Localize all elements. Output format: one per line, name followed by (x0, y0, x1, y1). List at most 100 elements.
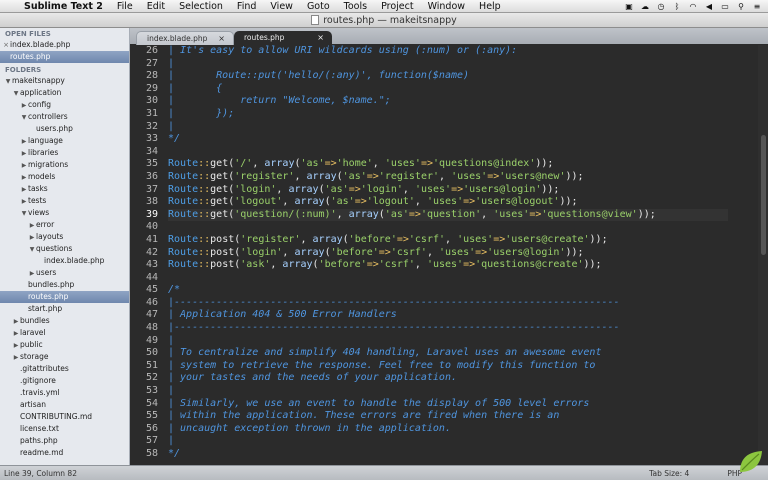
menu-app-name[interactable]: Sublime Text 2 (22, 1, 110, 12)
tree-item-label: public (20, 340, 43, 349)
tree-folder[interactable]: ▶ language (0, 135, 129, 147)
code-line[interactable]: 27 | (146, 58, 728, 71)
tab-size-selector[interactable]: Tab Size: 4 (649, 469, 689, 478)
scroll-thumb[interactable] (761, 135, 766, 255)
menu-help[interactable]: Help (472, 1, 508, 12)
tree-file[interactable]: users.php (0, 123, 129, 135)
tree-folder[interactable]: ▶ models (0, 171, 129, 183)
tree-folder[interactable]: ▼ views (0, 207, 129, 219)
code-line[interactable]: 49 | (146, 335, 728, 348)
code-line[interactable]: 50 | To centralize and simplify 404 handl… (146, 347, 728, 360)
code-line[interactable]: 39 Route::get('question/(:num)', array('a… (146, 208, 728, 222)
wifi-icon[interactable]: ◠ (688, 2, 698, 11)
tree-file[interactable]: index.blade.php (0, 255, 129, 267)
code-line[interactable]: 37 Route::get('login', array('as'=>'login… (146, 183, 728, 197)
tab-routes[interactable]: routes.php × (234, 31, 332, 45)
code-line[interactable]: 52 | your tastes and the needs of your ap… (146, 372, 728, 385)
menu-window[interactable]: Window (421, 1, 472, 12)
code-line[interactable]: 53 | (146, 385, 728, 398)
code-line[interactable]: 45 /* (146, 284, 728, 297)
code-line[interactable]: 32 | (146, 121, 728, 134)
tree-folder[interactable]: ▶ layouts (0, 231, 129, 243)
code-line[interactable]: 51 | system to retrieve the response. Fee… (146, 360, 728, 373)
tree-folder[interactable]: ▶ tests (0, 195, 129, 207)
tree-item-label: models (28, 172, 56, 181)
close-icon[interactable]: × (218, 32, 225, 46)
tree-file[interactable]: .travis.yml (0, 387, 129, 399)
tree-file[interactable]: start.php (0, 303, 129, 315)
code-line[interactable]: 58 */ (146, 448, 728, 461)
search-icon[interactable]: ⚲ (736, 2, 746, 11)
scrollbar[interactable] (758, 45, 768, 465)
tree-file[interactable]: CONTRIBUTING.md (0, 411, 129, 423)
close-icon[interactable]: × (2, 39, 10, 51)
bluetooth-icon[interactable]: ᛒ (672, 2, 682, 11)
menu-view[interactable]: View (263, 1, 300, 12)
camera-icon[interactable]: ▣ (624, 2, 634, 11)
tree-folder[interactable]: ▼ questions (0, 243, 129, 255)
tree-file[interactable]: paths.php (0, 435, 129, 447)
menu-file[interactable]: File (110, 1, 140, 12)
code-editor[interactable]: 26 | It's easy to allow URI wildcards usi… (130, 45, 768, 465)
tree-folder[interactable]: ▶ bundles (0, 315, 129, 327)
tree-folder[interactable]: ▼ application (0, 87, 129, 99)
code-line[interactable]: 33 */ (146, 133, 728, 146)
code-line[interactable]: 44 (146, 272, 728, 285)
code-line[interactable]: 47 | Application 404 & 500 Error Handlers (146, 309, 728, 322)
tree-file[interactable]: .gitattributes (0, 363, 129, 375)
tree-folder[interactable]: ▼ makeitsnappy (0, 75, 129, 87)
tree-folder[interactable]: ▶ libraries (0, 147, 129, 159)
code-area[interactable]: 26 | It's easy to allow URI wildcards usi… (146, 45, 728, 461)
tree-folder[interactable]: ▶ error (0, 219, 129, 231)
code-token: )); (541, 183, 560, 195)
tree-folder[interactable]: ▶ tasks (0, 183, 129, 195)
tree-folder[interactable]: ▶ migrations (0, 159, 129, 171)
menu-edit[interactable]: Edit (140, 1, 172, 12)
tree-folder[interactable]: ▶ users (0, 267, 129, 279)
menu-project[interactable]: Project (374, 1, 421, 12)
code-line[interactable]: 30 | return "Welcome, $name."; (146, 95, 728, 108)
close-icon[interactable]: × (317, 31, 324, 45)
code-line[interactable]: 29 | { (146, 83, 728, 96)
open-file-item[interactable]: ×index.blade.php (0, 39, 129, 51)
tree-folder[interactable]: ▶ config (0, 99, 129, 111)
code-line[interactable]: 34 (146, 146, 728, 159)
code-line[interactable]: 43 Route::post('ask', array('before'=>'cs… (146, 259, 728, 272)
code-line[interactable]: 41 Route::post('register', array('before'… (146, 234, 728, 247)
tree-file[interactable]: artisan (0, 399, 129, 411)
code-line[interactable]: 38 Route::get('logout', array('as'=>'logo… (146, 196, 728, 209)
cloud-icon[interactable]: ☁ (640, 2, 650, 11)
menu-find[interactable]: Find (230, 1, 263, 12)
code-line[interactable]: 57 | (146, 435, 728, 448)
open-file-item-active[interactable]: routes.php (0, 51, 129, 63)
code-line[interactable]: 56 | uncaught exception thrown in the app… (146, 423, 728, 436)
menu-selection[interactable]: Selection (172, 1, 230, 12)
time-machine-icon[interactable]: ◷ (656, 2, 666, 11)
battery-icon[interactable]: ▭ (720, 2, 730, 11)
tree-folder[interactable]: ▶ public (0, 339, 129, 351)
volume-icon[interactable]: ◀ (704, 2, 714, 11)
code-line[interactable]: 42 Route::post('login', array('before'=>'… (146, 247, 728, 260)
code-line[interactable]: 54 | Similarly, we use an event to handle… (146, 398, 728, 411)
tree-folder[interactable]: ▶ storage (0, 351, 129, 363)
tab-index-blade[interactable]: index.blade.php × (136, 31, 234, 45)
code-line[interactable]: 35 Route::get('/', array('as'=>'home', 'u… (146, 158, 728, 171)
tree-folder[interactable]: ▶ laravel (0, 327, 129, 339)
code-line[interactable]: 40 (146, 221, 728, 234)
code-line[interactable]: 55 | within the application. These errors… (146, 410, 728, 423)
menu-goto[interactable]: Goto (300, 1, 337, 12)
tree-file[interactable]: readme.md (0, 447, 129, 459)
tree-file[interactable]: routes.php (0, 291, 129, 303)
tree-file[interactable]: .gitignore (0, 375, 129, 387)
tree-file[interactable]: license.txt (0, 423, 129, 435)
code-line[interactable]: 26 | It's easy to allow URI wildcards usi… (146, 45, 728, 58)
tree-folder[interactable]: ▼ controllers (0, 111, 129, 123)
code-line[interactable]: 48 |-------------------------------------… (146, 322, 728, 335)
tree-file[interactable]: bundles.php (0, 279, 129, 291)
code-line[interactable]: 36 Route::get('register', array('as'=>'re… (146, 171, 728, 184)
menu-tools[interactable]: Tools (337, 1, 374, 12)
code-line[interactable]: 31 | }); (146, 108, 728, 121)
code-line[interactable]: 46 |-------------------------------------… (146, 297, 728, 310)
code-line[interactable]: 28 | Route::put('hello/(:any)', function(… (146, 70, 728, 83)
list-icon[interactable]: ≡ (752, 2, 762, 11)
